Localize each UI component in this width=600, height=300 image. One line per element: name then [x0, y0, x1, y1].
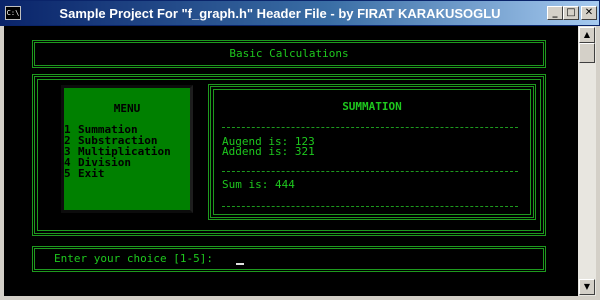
- console-window: C:\ Sample Project For "f_graph.h" Heade…: [0, 0, 600, 300]
- maximize-button[interactable]: □: [563, 6, 579, 20]
- divider: [222, 127, 518, 128]
- choice-prompt: Enter your choice [1-5]:: [54, 252, 213, 265]
- vertical-scrollbar[interactable]: ▲ ▼: [578, 26, 596, 296]
- console-icon[interactable]: C:\: [5, 6, 21, 20]
- text-cursor[interactable]: [236, 263, 244, 265]
- menu-item-exit: 5 Exit: [64, 168, 171, 179]
- menu-item-number: 5: [64, 167, 71, 180]
- scroll-down-arrow-icon[interactable]: ▼: [579, 279, 595, 295]
- divider: [222, 171, 518, 172]
- console-area[interactable]: Basic Calculations MENU 1 Summation 2 Subs…: [4, 26, 578, 296]
- scroll-thumb[interactable]: [579, 43, 595, 63]
- menu-list: 1 Summation 2 Substraction 3 Multiplication…: [64, 124, 171, 179]
- sum-line: Sum is: 444: [222, 178, 295, 191]
- window-border-right: [596, 26, 600, 300]
- window-title: Sample Project For "f_graph.h" Header Fi…: [59, 6, 501, 21]
- result-title: SUMMATION: [342, 100, 402, 113]
- menu-panel: MENU 1 Summation 2 Substraction 3 Multiplic…: [61, 85, 193, 213]
- close-button[interactable]: ✕: [581, 6, 597, 20]
- divider: [222, 206, 518, 207]
- header-frame: Basic Calculations: [32, 40, 546, 68]
- menu-item-label: Exit: [78, 167, 105, 180]
- scroll-up-arrow-icon[interactable]: ▲: [579, 27, 595, 43]
- window-border-bottom: [0, 296, 600, 300]
- addend-line: Addend is: 321: [222, 145, 315, 158]
- minimize-button[interactable]: _: [547, 6, 563, 20]
- menu-title: MENU: [113, 102, 141, 115]
- header-title: Basic Calculations: [229, 47, 349, 60]
- title-bar[interactable]: C:\ Sample Project For "f_graph.h" Heade…: [0, 0, 600, 26]
